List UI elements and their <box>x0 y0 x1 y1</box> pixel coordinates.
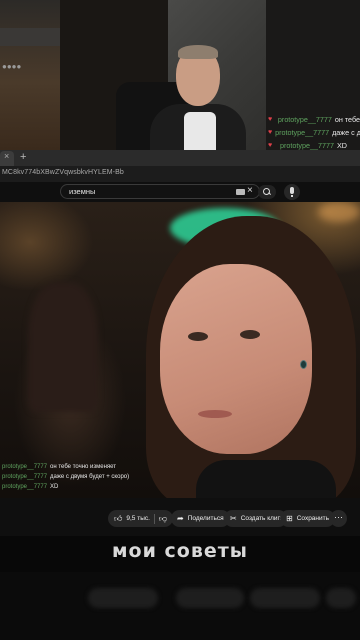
share-button[interactable]: ➦ Поделиться <box>171 510 230 527</box>
heart-icon: ♥ <box>268 129 273 136</box>
new-tab-button[interactable]: + <box>20 151 26 163</box>
chat-text: он тебе точно изменяет <box>50 464 117 470</box>
black-top <box>196 460 336 498</box>
background-window: ●●●● <box>0 0 60 150</box>
chat-text: он тебе <box>334 115 360 124</box>
chat-username: prototype__7777 <box>280 141 334 150</box>
chat-text: XD <box>50 484 59 490</box>
earring <box>300 360 307 369</box>
tab-strip: × + <box>0 150 360 166</box>
video-player[interactable] <box>0 202 360 498</box>
stream-chat: ♥ prototype__7777 он тебе ♥ prototype__7… <box>268 113 360 150</box>
chat-text: XD <box>336 141 347 150</box>
browser-window: × + MC8kv774bXBwZVqwsbkvHYLEM-Bb иземны … <box>0 150 360 202</box>
mouth <box>198 410 232 418</box>
heart-icon: ♥ <box>268 116 273 123</box>
heart-icon: ♥ <box>268 142 273 149</box>
webcam-overlay: ●●●● ♥ prototype__7777 он тебе ♥ prototy… <box>0 0 360 150</box>
save-button[interactable]: ⊞ Сохранить <box>280 510 336 527</box>
dislike-icon[interactable]: 👎︎ <box>159 514 167 524</box>
url-text: MC8kv774bXBwZVqwsbkvHYLEM-Bb <box>2 169 124 176</box>
chat-username: prototype__7777 <box>2 474 48 480</box>
close-icon[interactable]: × <box>247 185 253 196</box>
right-eye <box>240 330 260 339</box>
like-icon[interactable]: 👍︎ <box>114 514 122 524</box>
chat-message: prototype__7777 даже с двумя будет + ско… <box>2 472 202 482</box>
chat-message: ♥ prototype__7777 даже с д <box>268 126 360 139</box>
left-eye <box>188 332 208 341</box>
save-icon: ⊞ <box>286 514 293 523</box>
close-icon[interactable]: × <box>4 151 9 161</box>
blurred-footer <box>0 572 360 640</box>
keyboard-icon[interactable] <box>236 189 245 195</box>
chat-message: ♥ prototype__7777 XD <box>268 139 360 150</box>
save-label: Сохранить <box>296 515 330 522</box>
chat-username: prototype__7777 <box>2 484 48 490</box>
chat-username: prototype__7777 <box>2 464 48 470</box>
share-label: Поделиться <box>187 515 224 522</box>
chat-text: даже с двумя будет + скоро) <box>50 474 130 480</box>
clip-label: Создать клип <box>240 515 282 522</box>
chat-text: даже с д <box>332 128 360 137</box>
clip-button[interactable]: ✂ Создать клип <box>224 510 288 527</box>
address-bar[interactable]: MC8kv774bXBwZVqwsbkvHYLEM-Bb <box>0 166 360 182</box>
chat-message: prototype__7777 он тебе точно изменяет <box>2 462 202 472</box>
like-count: 9,5 тыс. <box>126 515 150 522</box>
chat-message: prototype__7777 XD <box>2 482 202 492</box>
browser-tab[interactable]: × <box>0 151 14 166</box>
streamer-hair <box>178 45 218 59</box>
warm-lamp <box>318 202 360 222</box>
search-icon[interactable] <box>258 185 276 199</box>
share-icon: ➦ <box>177 514 184 523</box>
video-caption: мои советы <box>0 536 360 572</box>
video-chat-overlay: prototype__7777 он тебе точно изменяет p… <box>2 462 202 492</box>
more-options-button[interactable]: ··· <box>330 510 347 527</box>
streamer-shirt <box>184 112 216 150</box>
chat-message: ♥ prototype__7777 он тебе <box>268 113 360 126</box>
background-person <box>28 282 98 412</box>
mic-icon[interactable] <box>284 184 300 200</box>
clip-icon: ✂ <box>230 514 237 523</box>
video-actions: 👍︎ 9,5 тыс. 👎︎ ➦ Поделиться ✂ Создать кл… <box>0 498 360 536</box>
search-input[interactable]: иземны × <box>60 184 260 199</box>
chat-username: prototype__7777 <box>275 128 330 137</box>
actress-face <box>160 264 312 454</box>
like-dislike-button[interactable]: 👍︎ 9,5 тыс. 👎︎ <box>108 510 174 527</box>
caption-text: мои советы <box>112 540 248 562</box>
youtube-header: иземны × <box>0 182 360 202</box>
search-query: иземны <box>69 187 96 196</box>
chat-username: prototype__7777 <box>277 115 332 124</box>
